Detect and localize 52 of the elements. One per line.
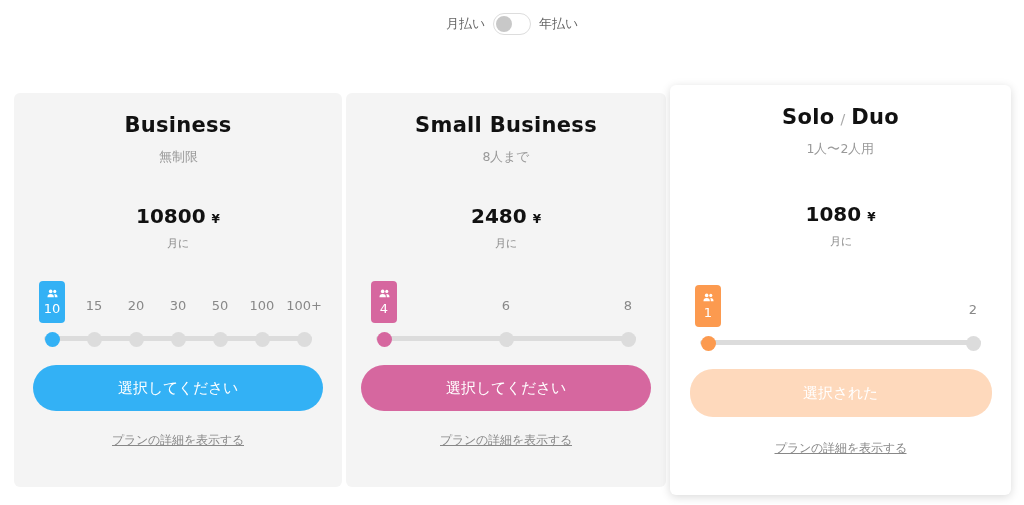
users-icon <box>378 288 390 298</box>
title-separator: / <box>840 111 846 127</box>
plan-price: 2480 <box>471 204 527 228</box>
plan-title: Small Business <box>415 113 597 137</box>
slider-dot[interactable] <box>498 332 514 347</box>
plan-price: 10800 <box>136 204 206 228</box>
currency-symbol: ¥ <box>211 212 220 226</box>
step-label: 15 <box>85 298 103 313</box>
slider-dot[interactable] <box>86 332 102 347</box>
select-plan-button[interactable]: 選択してください <box>33 365 323 411</box>
slider-dot[interactable] <box>700 336 716 351</box>
slider-dot[interactable] <box>128 332 144 347</box>
user-count-badge: 1 <box>695 285 721 327</box>
user-count-badge: 10 <box>39 281 65 323</box>
price-period: 月に <box>495 236 517 251</box>
step-label: 50 <box>211 298 229 313</box>
plan-details-link[interactable]: プランの詳細を表示する <box>774 441 907 456</box>
plan-price: 1080 <box>805 202 862 226</box>
slider-dot[interactable] <box>212 332 228 347</box>
plan-subtitle: 無制限 <box>158 149 198 166</box>
slider-dot[interactable] <box>254 332 270 347</box>
billing-option: 月払い <box>446 15 485 33</box>
slider-dot[interactable] <box>44 332 60 347</box>
step-label: 2 <box>968 302 978 317</box>
step-label: 8 <box>623 298 633 313</box>
plan-title: Solo <box>782 105 835 129</box>
plan-title: Duo <box>851 105 899 129</box>
step-label: 20 <box>127 298 145 313</box>
slider-dot[interactable] <box>170 332 186 347</box>
plan-details-link[interactable]: プランの詳細を表示する <box>112 433 244 448</box>
step-label: 30 <box>169 298 187 313</box>
plan-subtitle: 8人まで <box>482 149 530 166</box>
billing-option: 年払い <box>539 15 578 33</box>
plan-subtitle: 1人〜2人用 <box>806 141 875 158</box>
billing-toggle[interactable] <box>493 13 531 35</box>
users-icon <box>702 292 714 302</box>
plan-details-link[interactable]: プランの詳細を表示する <box>440 433 572 448</box>
slider-dot[interactable] <box>376 332 392 347</box>
users-icon <box>46 288 58 298</box>
price-period: 月に <box>829 234 852 249</box>
plan-title: Business <box>124 113 232 137</box>
select-plan-button[interactable]: 選択してください <box>361 365 651 411</box>
slider-dot[interactable] <box>296 332 312 347</box>
step-label: 100 <box>249 298 275 313</box>
slider-dot[interactable] <box>620 332 636 347</box>
slider-dot[interactable] <box>965 336 981 351</box>
currency-symbol: ¥ <box>867 210 876 224</box>
currency-symbol: ¥ <box>532 212 541 226</box>
user-count-badge: 4 <box>371 281 397 323</box>
price-period: 月に <box>167 236 189 251</box>
step-label: 100+ <box>286 298 322 313</box>
step-label: 6 <box>501 298 511 313</box>
